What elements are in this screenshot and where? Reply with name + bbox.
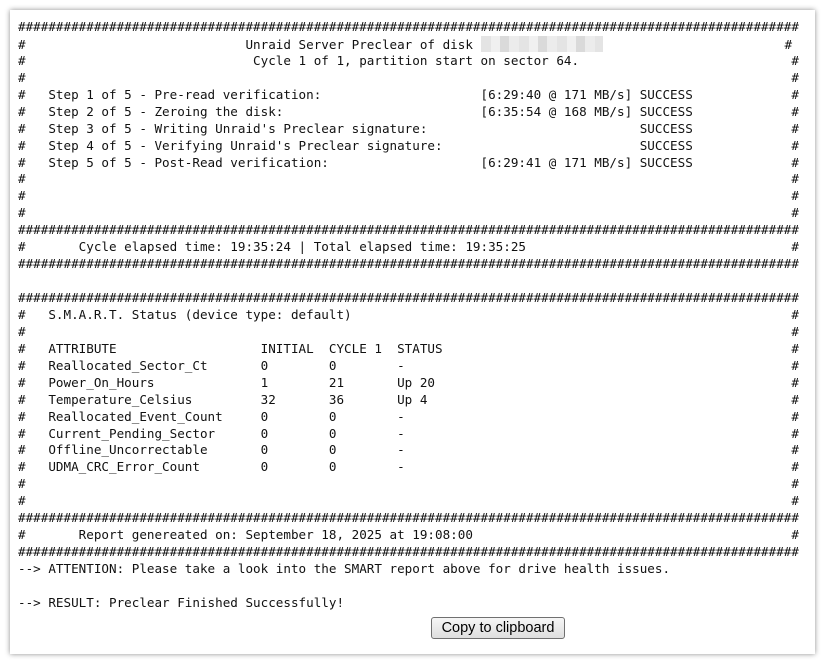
report-border-line: ########################################… [18,290,799,305]
step-line: # Step 3 of 5 - Writing Unraid's Preclea… [18,120,799,136]
preclear-report-panel: ########################################… [10,10,815,654]
report-line: # # [18,323,799,339]
report-line: # # [18,69,799,85]
report-cycle-line: # Cycle 1 of 1, partition start on secto… [18,52,799,68]
report-generated-line: # Report genereated on: September 18, 20… [18,527,799,543]
preclear-report-text: ########################################… [18,19,799,612]
report-border-line: ########################################… [18,256,799,272]
report-line [18,273,799,290]
step-line: # Step 5 of 5 - Post-Read verification: … [18,154,799,170]
smart-table-row: # Reallocated_Sector_Ct 0 0 - # [18,357,799,373]
redacted-disk-id [480,35,603,52]
report-border-line: ########################################… [18,19,799,34]
result-message: --> RESULT: Preclear Finished Successful… [18,594,345,610]
report-line: # # [18,205,799,221]
smart-table-row: # Offline_Uncorrectable 0 0 - # [18,442,799,458]
report-border-line: ########################################… [18,544,799,560]
smart-table-row: # Temperature_Celsius 32 36 Up 4 # [18,391,799,407]
report-title-text: # Unraid Server Preclear of disk # [18,35,793,52]
step-line: # Step 2 of 5 - Zeroing the disk: [6:35:… [18,103,799,119]
report-line: # # [18,171,799,187]
report-title-line: # Unraid Server Preclear of disk # [18,35,799,53]
smart-table-row: # Power_On_Hours 1 21 Up 20 # [18,374,799,390]
smart-status-heading: # S.M.A.R.T. Status (device type: defaul… [18,306,799,322]
smart-table-header: # ATTRIBUTE INITIAL CYCLE 1 STATUS # [18,340,799,356]
report-line: # # [18,493,799,509]
report-border-line: ########################################… [18,510,799,526]
smart-table-row: # UDMA_CRC_Error_Count 0 0 - # [18,459,799,475]
copy-to-clipboard-button[interactable]: Copy to clipboard [431,617,565,639]
report-line: # # [18,476,799,492]
smart-table-row: # Current_Pending_Sector 0 0 - # [18,425,799,441]
smart-table-row: # Reallocated_Event_Count 0 0 - # [18,408,799,424]
step-line: # Step 1 of 5 - Pre-read verification: [… [18,86,799,102]
report-line [18,578,799,595]
report-border-line: ########################################… [18,222,799,238]
report-line: # # [18,188,799,204]
elapsed-time-line: # Cycle elapsed time: 19:35:24 | Total e… [18,239,799,255]
step-line: # Step 4 of 5 - Verifying Unraid's Precl… [18,137,799,153]
attention-message: --> ATTENTION: Please take a look into t… [18,561,671,576]
